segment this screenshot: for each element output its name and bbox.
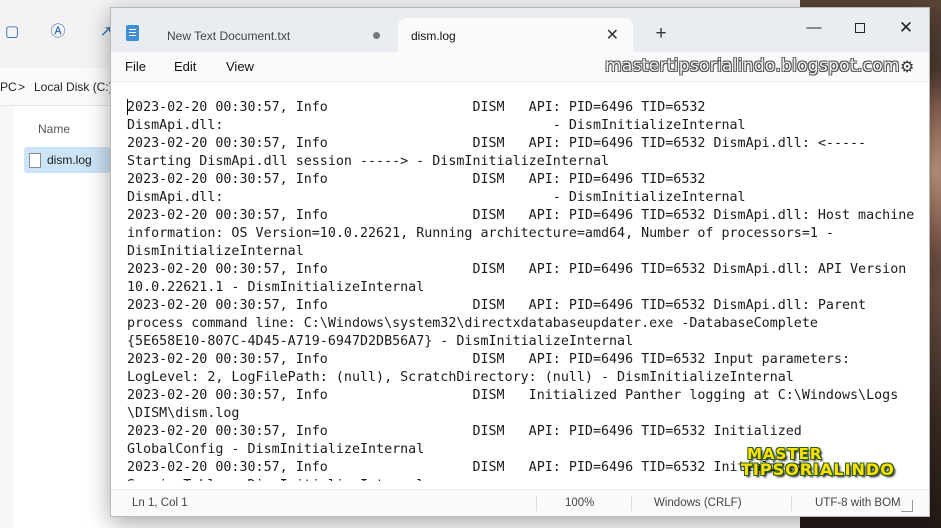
log-line: 2023-02-20 00:30:57, Info DISM API: PID=… [127,172,706,187]
text-file-icon [29,152,41,168]
explorer-nav-pane [0,106,14,528]
log-line: 2023-02-20 00:30:57, Info DISM API: PID=… [127,208,915,223]
column-header-name[interactable]: Name [38,122,70,136]
tab-dism-log[interactable]: dism.log ✕ [398,18,633,52]
status-zoom: 100% [565,497,595,509]
status-divider [631,496,632,511]
breadcrumb-pc[interactable]: PC [0,80,17,94]
menu-edit[interactable]: Edit [174,59,196,74]
minimize-button[interactable]: — [791,13,837,43]
log-line: DismApi.dll: - DismInitializeInternal [127,190,746,205]
breadcrumb-local-disk[interactable]: Local Disk (C:) [34,80,113,94]
status-line-ending: Windows (CRLF) [654,497,742,509]
close-window-button[interactable]: ✕ [883,13,929,43]
log-line: 2023-02-20 00:30:57, Info DISM Initializ… [127,388,899,403]
breadcrumb-separator-icon: > [18,80,26,94]
close-tab-icon[interactable]: ✕ [606,25,619,45]
log-line: DismApi.dll: - DismInitializeInternal [127,118,746,133]
log-line: 2023-02-20 00:30:57, Info DISM API: PID=… [127,352,851,367]
log-line: \DISM\dism.log [127,406,240,421]
notepad-app-icon [126,25,139,41]
resize-grip-icon[interactable] [901,500,913,512]
menu-view[interactable]: View [226,59,254,74]
file-name: dism.log [47,153,92,167]
notepad-window: New Text Document.txt dism.log ✕ + — ✕ F… [110,7,930,517]
log-line: 10.0.22621.1 - DismInitializeInternal [127,280,425,295]
settings-gear-icon[interactable]: ⚙ [900,57,914,77]
watermark-logo: MASTER TIPSORIALINDO [741,446,911,486]
paste-icon[interactable]: ▢ [2,22,22,42]
text-editor[interactable]: 2023-02-20 00:30:57, Info DISM API: PID=… [111,83,929,481]
log-line: {5E658E10-807C-4D45-A719-6947D2DB56A7} -… [127,334,634,349]
log-line: information: OS Version=10.0.22621, Runn… [127,226,834,241]
log-line: process command line: C:\Windows\system3… [127,316,818,331]
menu-file[interactable]: File [125,59,146,74]
tab-label: dism.log [411,29,456,43]
log-line: DismInitializeInternal [127,244,304,259]
tab-label: New Text Document.txt [167,29,291,43]
menu-bar: File Edit View mastertipsorialindo.blogs… [111,52,929,82]
unsaved-dot-icon[interactable] [373,32,380,39]
status-divider [536,496,537,511]
new-tab-button[interactable]: + [647,22,675,46]
log-content: 2023-02-20 00:30:57, Info DISM API: PID=… [127,99,917,481]
log-line: 2023-02-20 00:30:57, Info DISM API: PID=… [127,262,907,277]
status-encoding: UTF-8 with BOM [815,497,901,509]
maximize-button[interactable] [837,13,883,43]
status-bar: Ln 1, Col 1 100% Windows (CRLF) UTF-8 wi… [111,489,929,516]
log-line: 2023-02-20 00:30:57, Info DISM API: PID=… [127,424,802,439]
log-line: 2023-02-20 00:30:57, Info DISM API: PID=… [127,298,867,313]
log-line: LogLevel: 2, LogFilePath: (null), Scratc… [127,370,794,385]
log-line: 2023-02-20 00:30:57, Info DISM API: PID=… [127,136,867,151]
maximize-icon [855,23,865,34]
tab-new-text-document[interactable]: New Text Document.txt [154,18,396,52]
watermark-url: mastertipsorialindo.blogspot.com [605,56,900,76]
file-item-dism-log[interactable]: dism.log [24,147,110,173]
rename-icon[interactable]: Ⓐ [48,22,68,42]
log-line: 2023-02-20 00:30:57, Info DISM API: PID=… [127,100,706,115]
log-line: Starting DismApi.dll session -----> - Di… [127,154,610,169]
tab-strip: New Text Document.txt dism.log ✕ + — ✕ [111,8,929,52]
watermark-logo-line2: TIPSORIALINDO [741,460,895,479]
status-divider [791,496,792,511]
status-cursor-position: Ln 1, Col 1 [132,497,188,509]
